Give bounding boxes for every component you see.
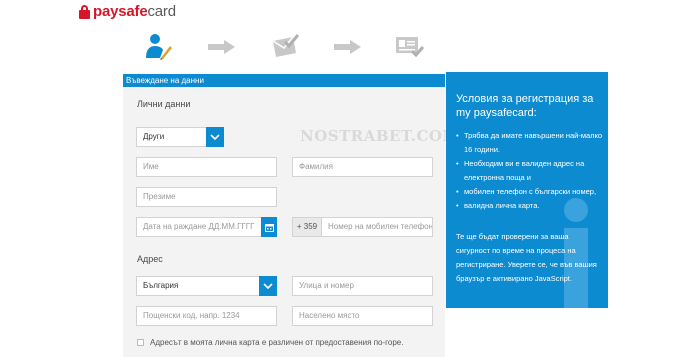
user-edit-icon: [146, 32, 172, 65]
registration-steps: [0, 32, 690, 62]
condition-item: мобилен телефон с български номер,: [456, 185, 606, 199]
mobile-phone-field[interactable]: Номер на мобилен телефон: [321, 217, 433, 237]
different-address-label: Адресът в моята лична карта е различен о…: [150, 338, 404, 347]
birthdate-field[interactable]: Дата на раждане ДД.ММ.ГГГГ: [136, 217, 262, 237]
country-select[interactable]: България: [136, 276, 277, 296]
condition-item: Необходим ви е валиден адрес на електрон…: [456, 157, 606, 185]
conditions-list: Трябва да имате навършени най-малко 16 г…: [456, 129, 606, 213]
envelope-check-icon: [271, 33, 300, 64]
condition-item: Трябва да имате навършени най-малко 16 г…: [456, 129, 606, 157]
different-address-option[interactable]: Адресът в моята лична карта е различен о…: [137, 338, 403, 347]
phone-prefix: + 359: [292, 217, 322, 237]
postcode-field[interactable]: Пощенски код, напр. 1234: [136, 306, 277, 326]
logo-text-paysafe: paysafe: [93, 3, 148, 20]
last-name-field[interactable]: Фамилия: [292, 157, 433, 177]
paysafecard-logo: paysafecard: [79, 3, 176, 20]
city-field[interactable]: Населено място: [292, 306, 433, 326]
chevron-down-icon[interactable]: [259, 276, 277, 296]
conditions-title: Условия за регистрация за my paysafecard…: [456, 93, 594, 119]
address-title: Адрес: [137, 254, 163, 264]
calendar-button[interactable]: [261, 217, 277, 237]
watermark: NOSTRABET.COM: [300, 127, 460, 145]
arrow-right-icon: [334, 40, 361, 59]
registration-conditions-panel: Условия за регистрация за my paysafecard…: [446, 72, 608, 308]
lock-icon: [79, 4, 90, 19]
country-value: България: [143, 281, 179, 290]
arrow-right-icon: [208, 40, 235, 59]
salutation-value: Други: [143, 132, 165, 141]
form-header: Въвеждане на данни: [123, 74, 445, 87]
condition-item: валидна лична карта.: [456, 199, 606, 213]
conditions-note: Те ще бъдат проверени за ваша сигурност …: [456, 232, 597, 283]
calendar-icon: [264, 223, 274, 232]
logo-text-card: card: [147, 3, 176, 20]
different-address-checkbox[interactable]: [137, 339, 144, 346]
chevron-down-icon[interactable]: [206, 127, 224, 147]
first-name-field[interactable]: Име: [136, 157, 277, 177]
id-card-check-icon: [396, 37, 425, 62]
personal-data-title: Лични данни: [137, 99, 191, 109]
street-field[interactable]: Улица и номер: [292, 276, 433, 296]
salutation-select[interactable]: Други: [136, 127, 224, 147]
nickname-field[interactable]: Презиме: [136, 187, 277, 207]
